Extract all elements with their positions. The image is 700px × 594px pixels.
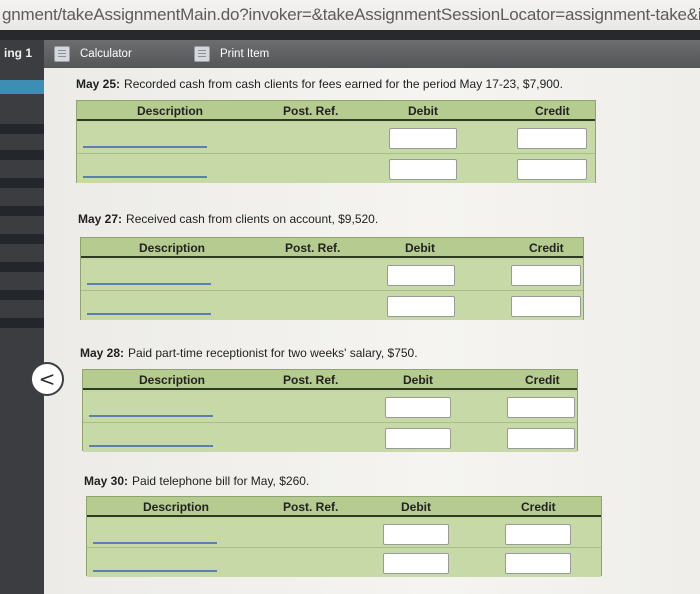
sidebar-item[interactable] [0, 234, 44, 244]
credit-input[interactable] [511, 296, 581, 317]
calculator-button[interactable]: Calculator [54, 45, 132, 63]
column-header-post-ref: Post. Ref. [283, 500, 339, 514]
journal-row [81, 260, 583, 290]
transaction-prompt: May 30: Paid telephone bill for May, $260… [84, 474, 309, 488]
toolbar: Calculator Print Item [44, 40, 700, 68]
credit-input[interactable] [505, 553, 571, 574]
description-field[interactable] [89, 445, 213, 447]
top-divider [0, 30, 700, 40]
credit-input[interactable] [517, 159, 587, 180]
credit-input[interactable] [517, 128, 587, 149]
transaction-prompt: May 25: Recorded cash from cash clients f… [76, 77, 563, 91]
journal-table: Description Post. Ref. Debit Credit [76, 100, 596, 183]
description-field[interactable] [87, 283, 211, 285]
debit-input[interactable] [387, 265, 455, 286]
description-field[interactable] [93, 542, 217, 544]
journal-table: Description Post. Ref. Debit Credit [82, 369, 578, 452]
journal-header: Description Post. Ref. Debit Credit [81, 238, 583, 258]
journal-table: Description Post. Ref. Debit Credit [86, 496, 602, 577]
column-header-credit: Credit [521, 500, 556, 514]
transaction-prompt: May 27: Received cash from clients on acc… [78, 212, 378, 226]
sidebar-tab-label[interactable]: ing 1 [4, 46, 32, 60]
transaction-date: May 30: [84, 474, 129, 488]
column-header-debit: Debit [408, 104, 438, 118]
column-header-post-ref: Post. Ref. [283, 104, 339, 118]
description-field[interactable] [87, 313, 211, 315]
address-bar[interactable]: gnment/takeAssignmentMain.do?invoker=&ta… [0, 0, 700, 30]
sidebar-item[interactable] [0, 318, 44, 328]
debit-input[interactable] [383, 553, 449, 574]
print-icon [194, 46, 210, 62]
description-field[interactable] [89, 415, 213, 417]
transaction-date: May 28: [80, 346, 125, 360]
calculator-icon [54, 46, 70, 62]
column-header-debit: Debit [405, 241, 435, 255]
column-header-post-ref: Post. Ref. [283, 373, 339, 387]
chevron-left-icon: < [38, 367, 56, 391]
journal-row [81, 290, 583, 320]
transaction-text: Recorded cash from cash clients for fees… [124, 77, 563, 91]
credit-input[interactable] [507, 397, 575, 418]
column-header-post-ref: Post. Ref. [285, 241, 341, 255]
sidebar-item[interactable] [0, 124, 44, 134]
column-header-debit: Debit [401, 500, 431, 514]
sidebar-item[interactable] [0, 178, 44, 188]
journal-header: Description Post. Ref. Debit Credit [77, 101, 595, 121]
credit-input[interactable] [505, 524, 571, 545]
sidebar-item[interactable] [0, 262, 44, 272]
column-header-description: Description [137, 104, 204, 118]
column-header-description: Description [139, 373, 206, 387]
debit-input[interactable] [385, 397, 451, 418]
journal-header: Description Post. Ref. Debit Credit [87, 497, 601, 517]
column-header-credit: Credit [529, 241, 564, 255]
column-header-credit: Credit [525, 373, 560, 387]
journal-row [87, 519, 601, 549]
sidebar-item[interactable] [0, 290, 44, 300]
print-item-button[interactable]: Print Item [194, 45, 269, 63]
journal-row [83, 392, 577, 422]
back-button[interactable]: < [30, 362, 64, 396]
column-header-debit: Debit [403, 373, 433, 387]
calculator-label: Calculator [80, 48, 132, 60]
transaction-text: Paid telephone bill for May, $260. [132, 474, 310, 488]
credit-input[interactable] [511, 265, 581, 286]
journal-row [77, 123, 595, 153]
print-item-label: Print Item [220, 48, 270, 60]
description-field[interactable] [83, 176, 207, 178]
transaction-date: May 27: [78, 212, 123, 226]
column-header-description: Description [139, 241, 206, 255]
sidebar-item[interactable] [0, 206, 44, 216]
credit-input[interactable] [507, 428, 575, 449]
journal-header: Description Post. Ref. Debit Credit [83, 370, 577, 390]
description-field[interactable] [83, 146, 207, 148]
transaction-date: May 25: [76, 77, 121, 91]
column-header-credit: Credit [535, 104, 570, 118]
transaction-text: Paid part-time receptionist for two week… [128, 346, 418, 360]
sidebar-item[interactable] [0, 150, 44, 160]
column-header-description: Description [143, 500, 210, 514]
debit-input[interactable] [389, 159, 457, 180]
debit-input[interactable] [385, 428, 451, 449]
debit-input[interactable] [387, 296, 455, 317]
debit-input[interactable] [383, 524, 449, 545]
journal-table: Description Post. Ref. Debit Credit [80, 237, 584, 320]
transaction-prompt: May 28: Paid part-time receptionist for t… [80, 346, 418, 360]
journal-row [83, 422, 577, 452]
debit-input[interactable] [389, 128, 457, 149]
description-field[interactable] [93, 570, 217, 572]
journal-row [77, 153, 595, 183]
sidebar-item-active[interactable] [0, 80, 44, 94]
journal-row [87, 547, 601, 577]
transaction-text: Received cash from clients on account, $… [126, 212, 379, 226]
